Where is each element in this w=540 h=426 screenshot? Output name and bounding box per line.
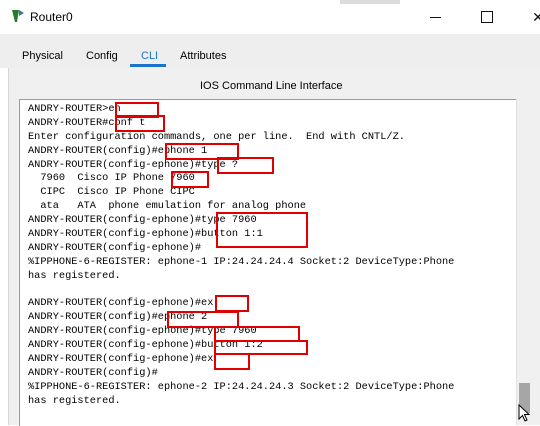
panel-title: IOS Command Line Interface (200, 80, 343, 92)
minimize-icon (429, 16, 441, 18)
tab-bar: Physical Config CLI Attributes (0, 34, 540, 68)
tab-physical[interactable]: Physical (22, 50, 63, 62)
terminal-line: ANDRY-ROUTER(config-ephone)#ex (28, 353, 214, 366)
tab-cli[interactable]: CLI (141, 50, 158, 62)
terminal-line: has registered. (28, 269, 121, 282)
terminal-line: ANDRY-ROUTER(config-ephone)#ex (28, 297, 214, 310)
terminal-line: ata ATA phone emulation for analog phone (28, 200, 307, 213)
window-title: Router0 (30, 10, 73, 24)
terminal-line: ANDRY-ROUTER(config)#ephone 1 (28, 144, 208, 157)
background-artifact (340, 0, 400, 4)
maximize-icon (481, 11, 493, 23)
maximize-button[interactable] (467, 4, 507, 30)
tab-attributes[interactable]: Attributes (180, 50, 226, 62)
terminal-line: ANDRY-ROUTER(config-ephone)#type 7960 (28, 325, 257, 338)
terminal-line: %IPPHONE-6-REGISTER: ephone-2 IP:24.24.2… (28, 380, 455, 393)
terminal-lines: ANDRY-ROUTER>en ANDRY-ROUTER#conf t Enter … (28, 103, 454, 409)
active-tab-indicator (130, 64, 166, 67)
terminal-line: ANDRY-ROUTER(config-ephone)#button 1:1 (28, 228, 263, 241)
terminal-line: ANDRY-ROUTER(config-ephone)#type ? (28, 158, 239, 171)
close-button[interactable]: ✕ (518, 4, 540, 30)
terminal-line: has registered. (28, 394, 121, 407)
close-icon: ✕ (532, 8, 540, 25)
terminal-line: ANDRY-ROUTER(config-ephone)#type 7960 (28, 214, 257, 227)
terminal-line: %IPPHONE-6-REGISTER: ephone-1 IP:24.24.2… (28, 255, 455, 268)
terminal-line: ANDRY-ROUTER(config-ephone)#button 1:2 (28, 339, 263, 352)
terminal-line: ANDRY-ROUTER(config)# (28, 366, 158, 379)
terminal-line: ANDRY-ROUTER#conf t (28, 116, 146, 129)
tab-config[interactable]: Config (86, 50, 118, 62)
terminal-scrollbar[interactable] (516, 99, 533, 425)
terminal-line: ANDRY-ROUTER(config-ephone)# (28, 241, 202, 254)
mouse-cursor-icon (518, 404, 531, 422)
minimize-button[interactable] (415, 4, 455, 30)
terminal-line: CIPC Cisco IP Phone CIPC (28, 186, 195, 199)
router-icon (12, 10, 24, 22)
terminal-line: ANDRY-ROUTER(config)#ephone 2 (28, 311, 208, 324)
terminal-line: ANDRY-ROUTER>en (28, 103, 121, 115)
terminal-line: Enter configuration commands, one per li… (28, 130, 405, 143)
terminal-line: 7960 Cisco IP Phone 7960 (28, 172, 195, 185)
title-bar: Router0 ✕ (0, 0, 540, 34)
terminal-output[interactable]: ANDRY-ROUTER>en ANDRY-ROUTER#conf t Enter … (19, 99, 521, 426)
